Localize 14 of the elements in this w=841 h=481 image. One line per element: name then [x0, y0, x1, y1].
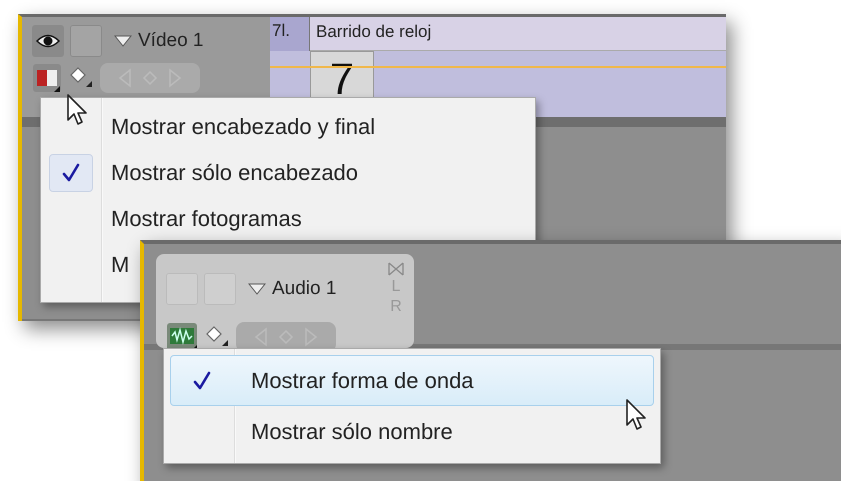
menu-item[interactable]: M [41, 242, 134, 288]
clip-title: Barrido de reloj [310, 17, 726, 51]
menu-item[interactable]: Mostrar forma de onda [170, 355, 654, 406]
track-name: Audio 1 [272, 278, 336, 300]
clip-display-icon[interactable] [32, 63, 62, 93]
collapse-triangle-icon[interactable] [114, 35, 132, 47]
menu-item[interactable]: Mostrar sólo nombre [170, 406, 654, 457]
menu-item[interactable]: Mostrar sólo encabezado [41, 150, 362, 196]
collapse-triangle-icon[interactable] [248, 283, 266, 295]
lock-toggle[interactable] [70, 25, 102, 57]
eye-icon[interactable] [32, 25, 64, 57]
menu-item[interactable]: Mostrar fotogramas [41, 196, 306, 242]
clip-badge: 7l. [270, 17, 310, 51]
track-name: Vídeo 1 [138, 30, 204, 52]
